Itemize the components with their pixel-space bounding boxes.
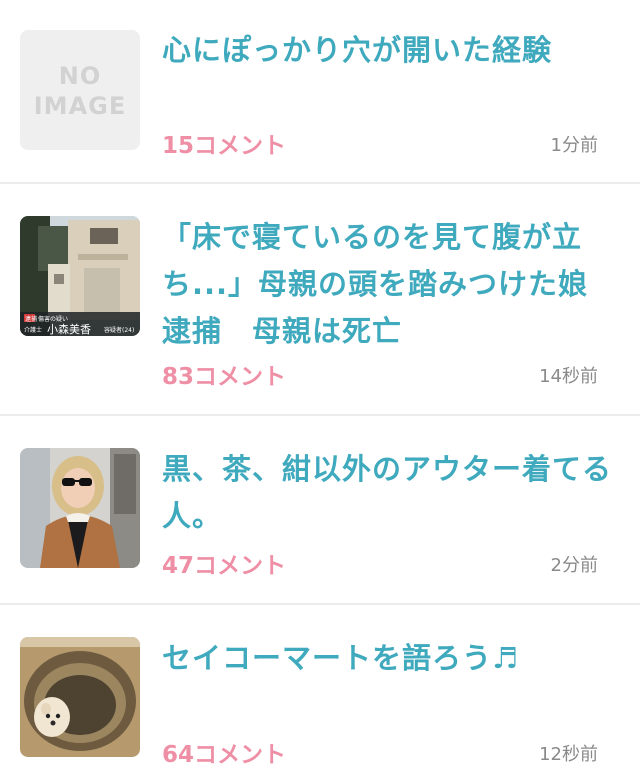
- item-title[interactable]: 「床で寝ているのを見て腹が立ち...」母親の頭を踏みつけた娘逮捕 母親は死亡: [162, 214, 612, 355]
- caption-name: 小森美香: [47, 322, 91, 336]
- list-item[interactable]: セイコーマートを語ろう♬ 64コメント 12秒前: [0, 605, 640, 780]
- no-image-thumbnail[interactable]: NO IMAGE: [20, 30, 140, 150]
- comment-count: 83コメント: [162, 364, 287, 390]
- woman-photo: [20, 448, 140, 568]
- timestamp: 2分前: [550, 555, 598, 576]
- timestamp: 1分前: [550, 135, 598, 156]
- caption-sub: 傷害の疑い: [38, 315, 68, 323]
- dog-photo-thumbnail[interactable]: [20, 637, 140, 757]
- list-item[interactable]: 黒、茶、紺以外のアウター着てる人。 47コメント 2分前: [0, 416, 640, 605]
- timestamp: 12秒前: [539, 744, 598, 765]
- no-image-label-line1: NO: [58, 62, 102, 90]
- fashion-photo-thumbnail[interactable]: [20, 448, 140, 568]
- news-photo-thumbnail[interactable]: 逮捕 傷害の疑い 介護士 小森美香 容疑者(24): [20, 216, 140, 336]
- list-item[interactable]: 逮捕 傷害の疑い 介護士 小森美香 容疑者(24) 「床で寝ているのを見て腹が立…: [0, 184, 640, 416]
- topic-list: NO IMAGE 心にぽっかり穴が開いた経験 15コメント 1分前 逮捕 傷害の…: [0, 0, 640, 780]
- list-item[interactable]: NO IMAGE 心にぽっかり穴が開いた経験 15コメント 1分前: [0, 0, 640, 184]
- timestamp: 14秒前: [539, 366, 598, 387]
- item-title[interactable]: セイコーマートを語ろう♬: [162, 635, 612, 682]
- caption-role: 介護士: [24, 326, 42, 334]
- item-title[interactable]: 黒、茶、紺以外のアウター着てる人。: [162, 446, 612, 540]
- no-image-label-line2: IMAGE: [33, 92, 127, 120]
- comment-count: 15コメント: [162, 133, 287, 159]
- house-photo: 逮捕 傷害の疑い 介護士 小森美香 容疑者(24): [20, 216, 140, 336]
- comment-count: 47コメント: [162, 553, 287, 579]
- caption-badge: 逮捕: [25, 315, 37, 323]
- item-title[interactable]: 心にぽっかり穴が開いた経験: [162, 27, 612, 74]
- comment-count: 64コメント: [162, 742, 287, 768]
- dog-photo: [20, 637, 140, 757]
- caption-age: 容疑者(24): [104, 326, 134, 334]
